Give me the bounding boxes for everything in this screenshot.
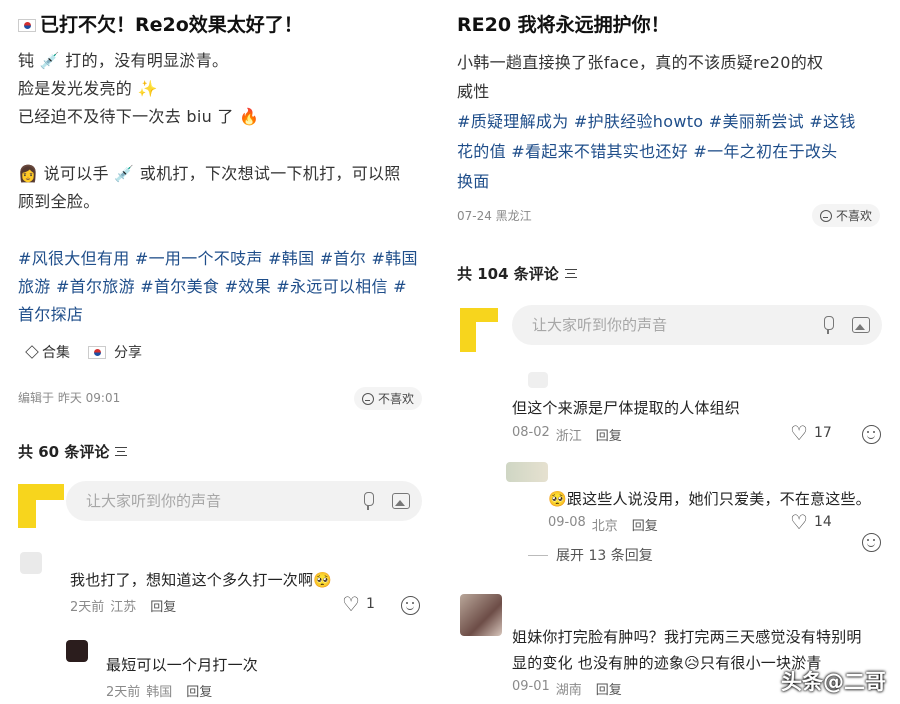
dislike-label: 不喜欢 xyxy=(836,209,873,223)
comment-text: 我也打了，想知道这个多久打一次啊🥺 xyxy=(70,571,333,589)
heart-icon: ♡ xyxy=(342,592,360,616)
like-count: 17 xyxy=(813,425,832,441)
reply-button[interactable]: 回复 xyxy=(186,681,212,700)
dislike-button[interactable]: 不喜欢 xyxy=(812,204,881,227)
like-button[interactable]: ♡ 17 xyxy=(790,423,832,443)
comment-count-text: 共 60 条评论 xyxy=(18,443,110,461)
collection-chip[interactable]: 合集 xyxy=(25,342,70,362)
mic-icon[interactable] xyxy=(362,492,374,510)
share-chip[interactable]: 分享 xyxy=(88,342,142,362)
like-count: 1 xyxy=(365,596,375,612)
user-avatar xyxy=(18,484,64,500)
reply-location: 韩国 xyxy=(146,685,173,700)
comment-meta: 09-01 湖南 回复 xyxy=(512,679,622,698)
comment-meta: 08-02 浙江 回复 xyxy=(512,425,622,444)
heart-icon: ♡ xyxy=(790,510,808,534)
dislike-label: 不喜欢 xyxy=(378,392,415,406)
comment-input-box[interactable] xyxy=(66,481,422,521)
reply-button[interactable]: 回复 xyxy=(150,596,176,615)
comment-time: 08-02 xyxy=(512,425,550,440)
reply-text: 最短可以一个月打一次 xyxy=(106,656,259,674)
comment-location: 江苏 xyxy=(110,600,137,615)
reply-time: 2天前 xyxy=(106,685,141,700)
comment-time: 09-01 xyxy=(512,679,550,694)
avatar[interactable] xyxy=(66,640,88,662)
comment-input-box[interactable] xyxy=(512,305,882,345)
user-avatar-part xyxy=(18,500,36,528)
avatar[interactable] xyxy=(460,594,502,636)
post-title: RE20 我将永远拥护你！ xyxy=(457,14,670,36)
post-line-2: 脸是发光发亮的 ✨ xyxy=(18,79,158,98)
share-label: 分享 xyxy=(114,345,142,361)
image-icon[interactable] xyxy=(852,317,870,333)
comment-meta: 2天前 江苏 回复 xyxy=(70,596,176,615)
post-title: 已打不欠！Re2o效果太好了！ xyxy=(18,10,303,37)
post-chips: 合集 分享 xyxy=(25,342,142,362)
comment-text: 但这个来源是尸体提取的人体组织 xyxy=(512,399,741,417)
user-avatar-part xyxy=(460,322,476,352)
layers-icon xyxy=(25,345,39,359)
post-line-5: 顾到全脸。 xyxy=(18,192,100,211)
emoji-react-icon[interactable] xyxy=(862,533,881,552)
hashtag-line-3[interactable]: 换面 xyxy=(457,168,490,192)
korea-flag-icon xyxy=(88,345,106,359)
avatar[interactable] xyxy=(506,462,548,482)
edit-info: 编辑于 昨天 09:01 xyxy=(18,391,121,405)
sort-icon[interactable] xyxy=(564,269,577,278)
expand-replies-label: 展开 13 条回复 xyxy=(556,548,653,564)
comment-location: 浙江 xyxy=(555,429,582,444)
mic-icon[interactable] xyxy=(822,316,834,334)
comment-text: 姐妹你打完脸有肿吗？我打完两三天感觉没有特别明 xyxy=(512,628,862,646)
hashtag-line-1[interactable]: #质疑理解成为 #护肤经验howto #美丽新尝试 #这钱 xyxy=(457,108,856,132)
comment-location: 湖南 xyxy=(555,683,582,698)
sort-icon[interactable] xyxy=(115,447,128,456)
post-line-4: 👩 说可以手 💉 或机打，下次想试一下机打，可以照 xyxy=(18,164,401,183)
post-line-1: 小韩一趟直接换了张face，真的不该质疑re20的权 xyxy=(457,53,824,72)
dislike-face-icon xyxy=(362,392,374,405)
comment-count: 共 60 条评论 xyxy=(18,441,128,462)
comment-input[interactable] xyxy=(532,316,822,334)
reply-meta: 2天前 韩国 回复 xyxy=(106,681,212,700)
dislike-button[interactable]: 不喜欢 xyxy=(354,387,423,410)
comment-input[interactable] xyxy=(86,492,362,510)
comment-count-text: 共 104 条评论 xyxy=(457,265,559,283)
reply-text: 🥺跟这些人说没用，她们只爱美，不在意这些。 xyxy=(548,490,871,508)
post-line-3: 已经迫不及待下一次去 biu 了 🔥 xyxy=(18,107,260,126)
hashtag-line-3[interactable]: 首尔探店 xyxy=(18,301,83,325)
left-post-panel: 已打不欠！Re2o效果太好了！ 钝 💉 打的，没有明显淤青。 脸是发光发亮的 ✨… xyxy=(0,0,440,704)
expand-divider xyxy=(528,554,548,556)
avatar[interactable] xyxy=(20,552,42,574)
reply-button[interactable]: 回复 xyxy=(632,515,658,534)
comment-time: 2天前 xyxy=(70,600,105,615)
post-line-1: 钝 💉 打的，没有明显淤青。 xyxy=(18,51,229,70)
hashtag-line-1[interactable]: #风很大但有用 #一用一个不吱声 #韩国 #首尔 #韩国 xyxy=(18,245,418,269)
collection-label: 合集 xyxy=(42,345,70,361)
post-date-location: 07-24 黑龙江 xyxy=(457,209,532,223)
post-title-text: 已打不欠！Re2o效果太好了！ xyxy=(40,14,303,36)
avatar[interactable] xyxy=(528,372,548,388)
reply-location: 北京 xyxy=(591,519,618,534)
korea-flag-icon xyxy=(18,19,36,32)
like-button[interactable]: ♡ 1 xyxy=(342,594,375,614)
like-button[interactable]: ♡ 14 xyxy=(790,512,832,532)
heart-icon: ♡ xyxy=(790,421,808,445)
reply-button[interactable]: 回复 xyxy=(596,425,622,444)
hashtag-line-2[interactable]: 旅游 #首尔旅游 #首尔美食 #效果 #永远可以相信 # xyxy=(18,273,407,297)
reply-time: 09-08 xyxy=(548,515,586,530)
dislike-face-icon xyxy=(820,209,832,222)
watermark: 头条@二哥 xyxy=(781,670,886,694)
like-count: 14 xyxy=(813,514,832,530)
expand-replies[interactable]: 展开 13 条回复 xyxy=(528,545,653,565)
comment-count: 共 104 条评论 xyxy=(457,263,577,284)
reply-button[interactable]: 回复 xyxy=(596,679,622,698)
emoji-react-icon[interactable] xyxy=(401,596,420,615)
post-line-2: 威性 xyxy=(457,82,490,101)
emoji-react-icon[interactable] xyxy=(862,425,881,444)
user-avatar xyxy=(460,308,498,322)
reply-meta: 09-08 北京 回复 xyxy=(548,515,658,534)
right-post-panel: RE20 我将永远拥护你！ 小韩一趟直接换了张face，真的不该质疑re20的权… xyxy=(448,0,900,704)
comment-text-line-2: 显的变化 也没有肿的迹象😥只有很小一块淤青 xyxy=(512,654,822,672)
image-icon[interactable] xyxy=(392,493,410,509)
hashtag-line-2[interactable]: 花的值 #看起来不错其实也还好 #一年之初在于改头 xyxy=(457,138,838,162)
